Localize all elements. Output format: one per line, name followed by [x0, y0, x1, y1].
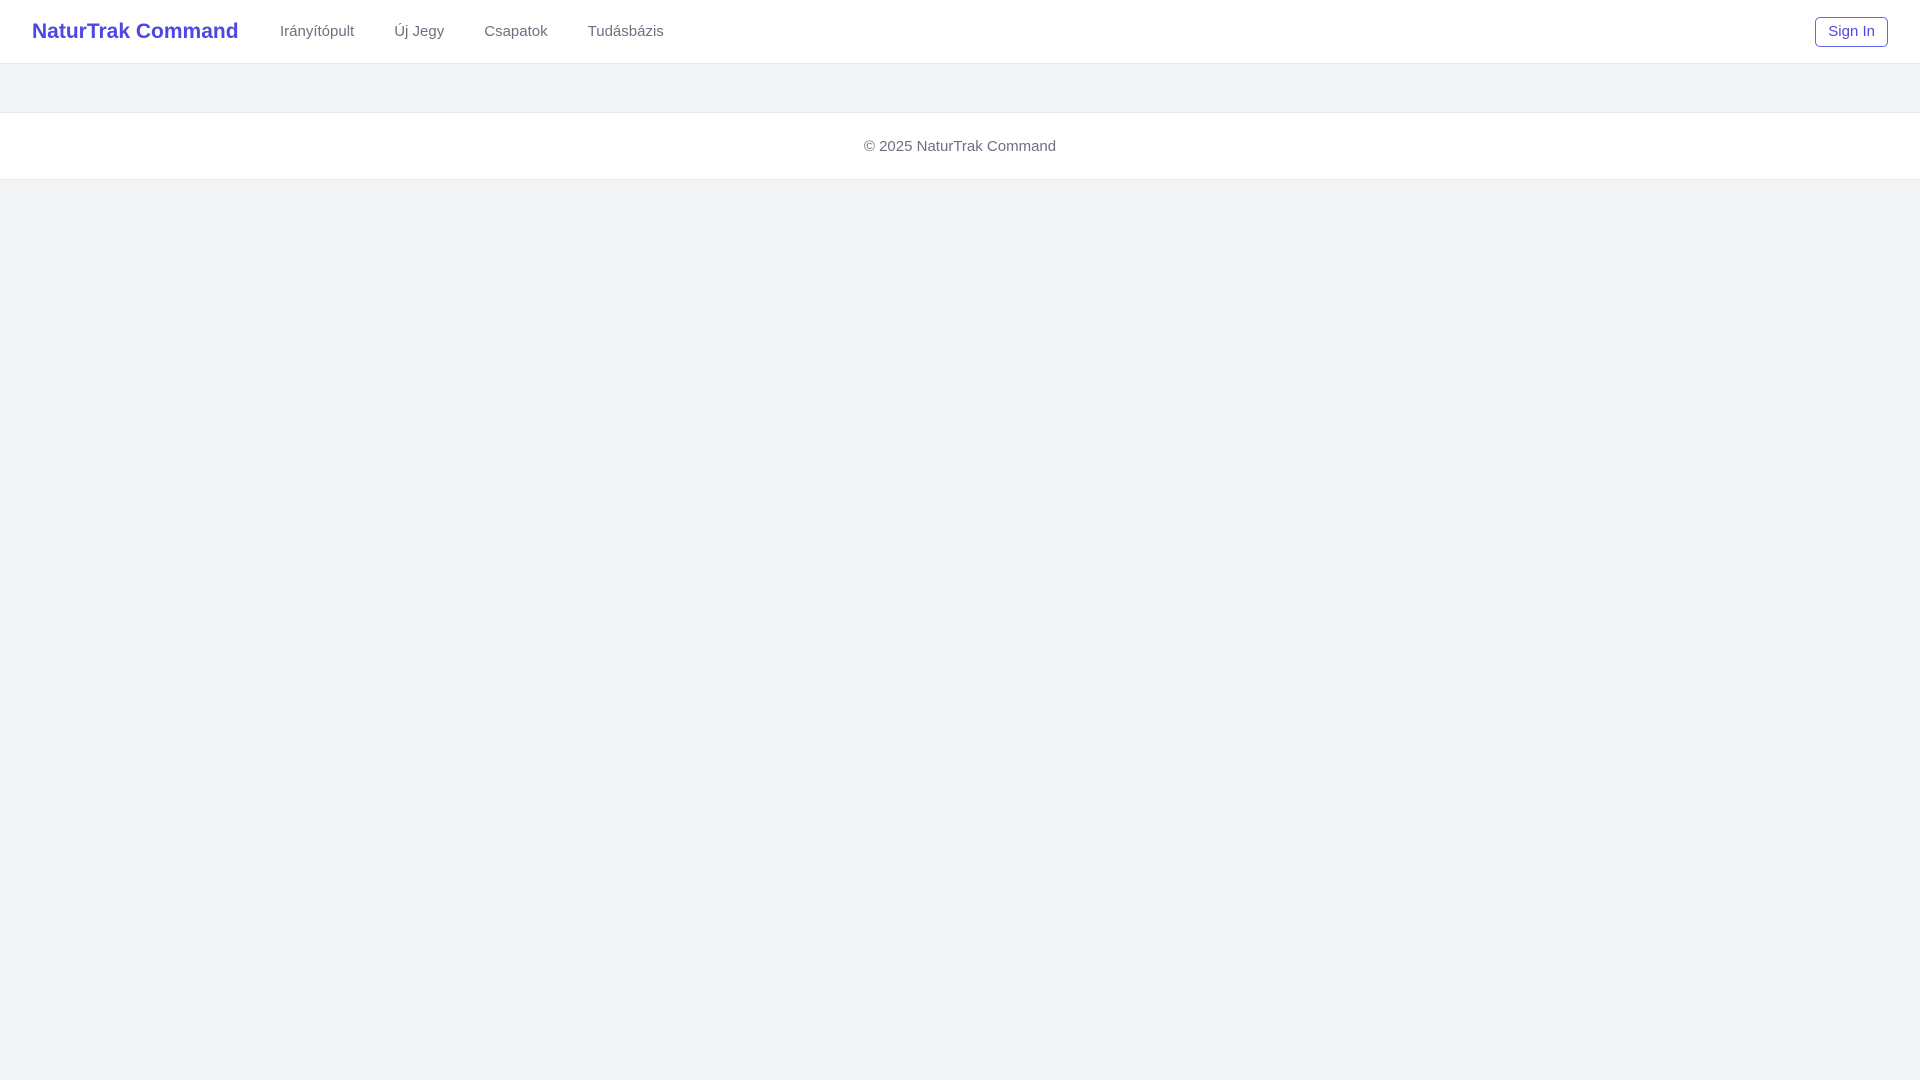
nav-item-new-ticket[interactable]: Új Jegy [394, 22, 444, 42]
nav-item-knowledge-base[interactable]: Tudásbázis [588, 22, 664, 42]
brand-logo-link[interactable]: NaturTrak Command [32, 18, 239, 46]
top-navbar: NaturTrak Command Irányítópult Új Jegy C… [0, 0, 1920, 64]
page-footer: © 2025 NaturTrak Command [0, 112, 1920, 180]
main-nav: Irányítópult Új Jegy Csapatok Tudásbázis [280, 22, 664, 42]
main-content [0, 64, 1920, 112]
nav-item-teams[interactable]: Csapatok [484, 22, 547, 42]
sign-in-button[interactable]: Sign In [1815, 17, 1888, 47]
nav-item-dashboard[interactable]: Irányítópult [280, 22, 354, 42]
footer-copyright: © 2025 NaturTrak Command [863, 137, 1057, 155]
